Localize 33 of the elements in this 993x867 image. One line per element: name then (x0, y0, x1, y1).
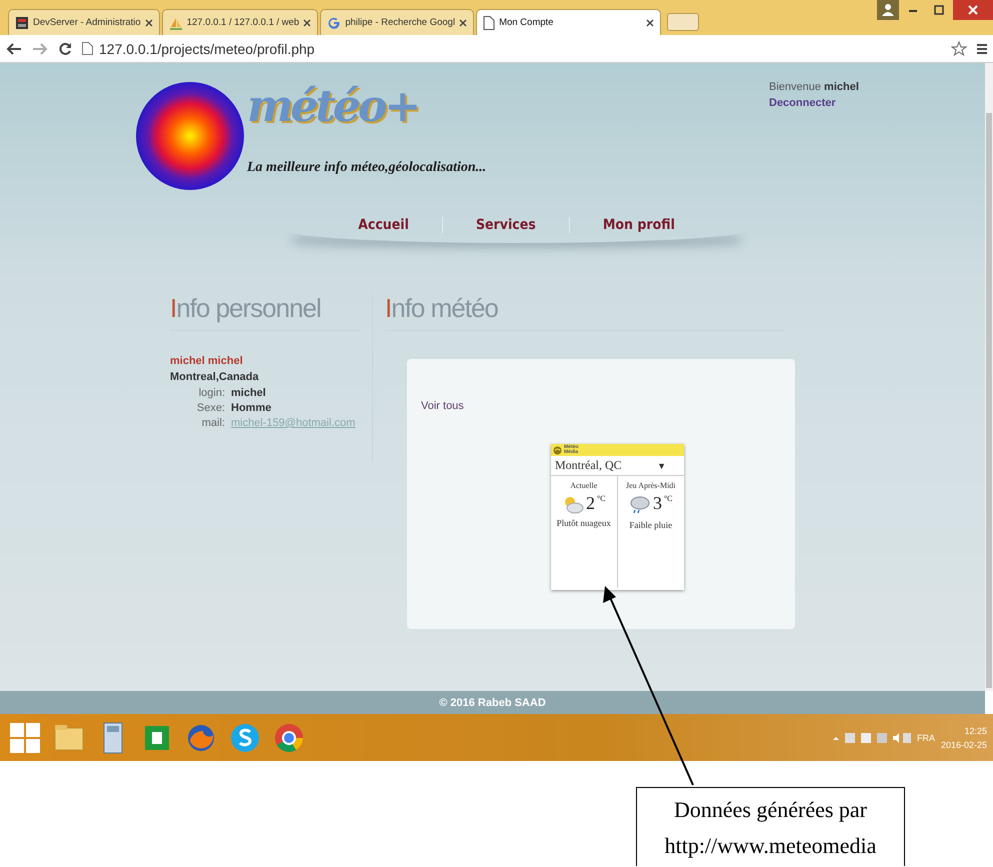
browser-tab[interactable]: philipe - Recherche Googl (320, 9, 474, 35)
field-label: login: (198, 387, 225, 399)
field-label: Sexe: (196, 402, 225, 414)
period-label: Jeu Après-Midi (626, 481, 676, 490)
temperature: 3 (652, 494, 662, 512)
footer-text: © 2016 Rabeb SAAD (439, 696, 546, 708)
user-location: Montreal,Canada (170, 371, 260, 383)
unit-label: °C (596, 494, 606, 503)
condition-text: Faible pluie (629, 520, 672, 530)
field-value: michel (231, 387, 267, 399)
user-name: michel michel (170, 355, 244, 367)
field-value: Homme (231, 402, 272, 414)
city-dropdown[interactable]: Montréal, QC ▼ (551, 456, 684, 476)
callout-text: Données générées par http://www.meteomedia (636, 787, 905, 866)
section-heading: Info personnel (170, 291, 360, 331)
see-all-link[interactable]: Voir tous (421, 400, 464, 412)
logo-text: météo+ (247, 81, 418, 132)
tagline: La meilleure info méteo,géolocalisation... (247, 160, 486, 176)
unit-label: °C (664, 494, 673, 503)
condition-text: Plutôt nuageux (556, 518, 611, 528)
address-field[interactable]: 127.0.0.1/projects/meteo/profil.php (99, 40, 315, 56)
section-heading: Info météo (385, 291, 785, 331)
browser-tab[interactable]: 127.0.0.1 / 127.0.0.1 / web (162, 9, 318, 35)
browser-tab[interactable]: DevServer - Administratio (8, 9, 160, 35)
browser-tab[interactable]: Mon Compte (476, 9, 662, 35)
greeting-text: Bienvenue michel (769, 81, 859, 93)
field-label: mail: (200, 417, 225, 429)
logout-link[interactable]: Deconnecter (769, 97, 859, 109)
nav-link[interactable]: Accueil (325, 217, 443, 233)
temperature: 2 (586, 494, 595, 512)
period-label: Actuelle (570, 481, 598, 490)
nav-link[interactable]: Services (442, 217, 570, 233)
nav-link[interactable]: Mon profil (570, 217, 708, 233)
